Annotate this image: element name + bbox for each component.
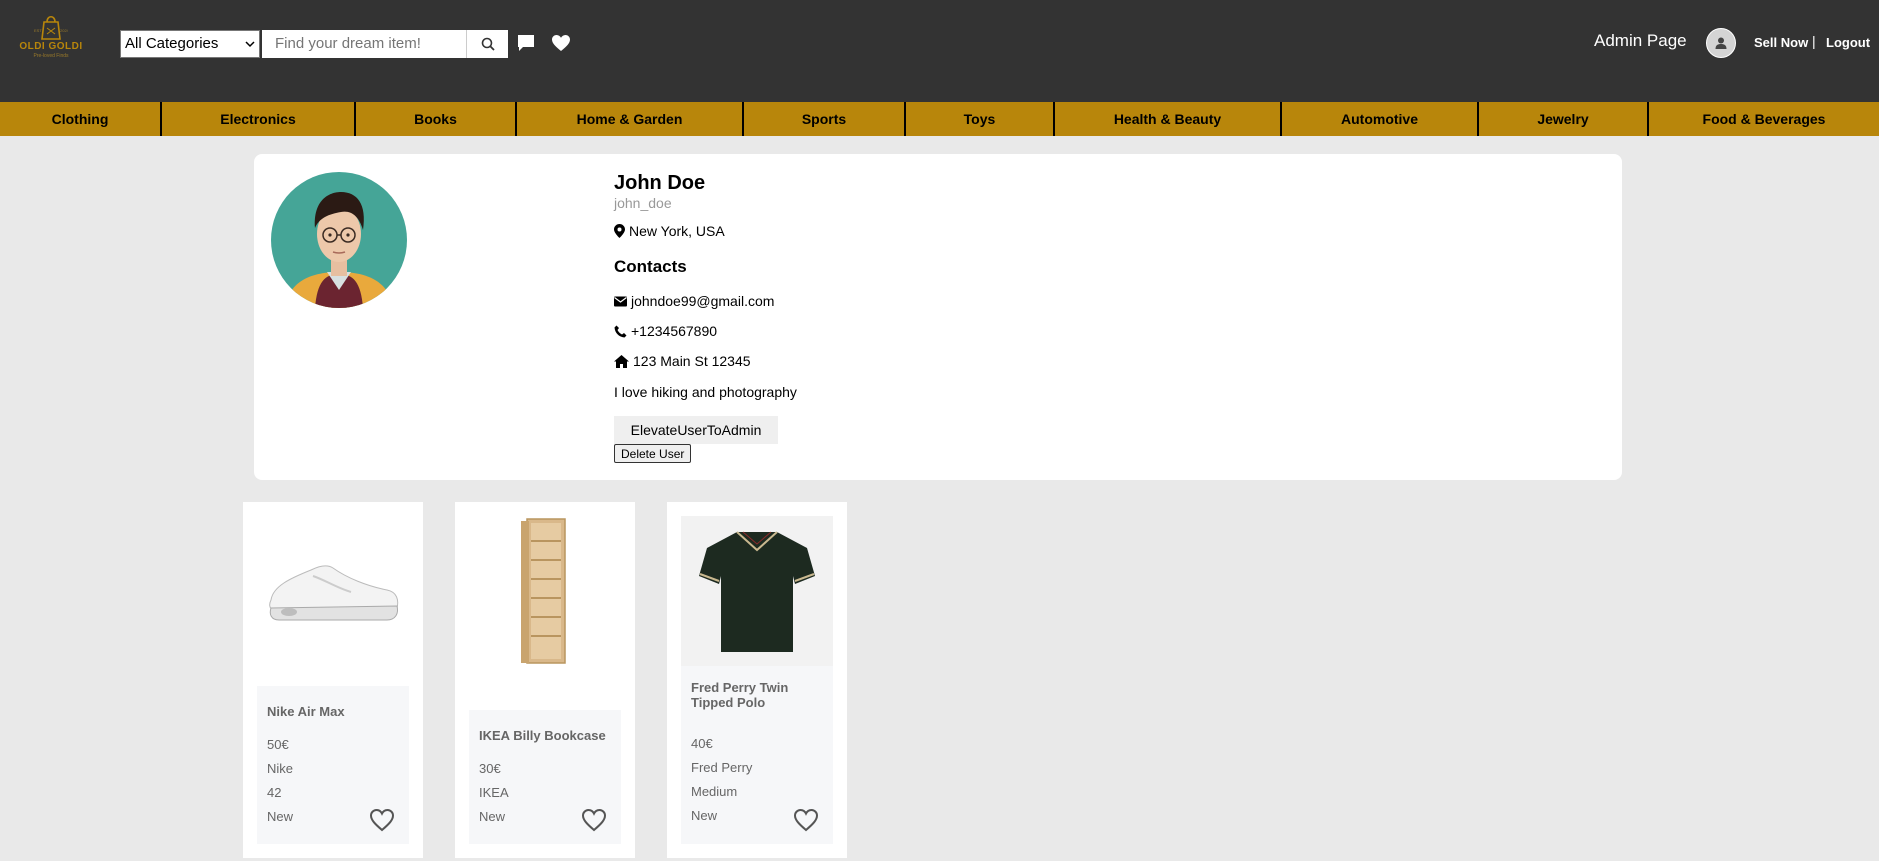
envelope-icon	[614, 296, 627, 306]
logo-brand-text: OLDI GOLDI	[19, 41, 83, 52]
profile-card: John Doe john_doe New York, USA Contacts…	[254, 154, 1622, 480]
bookcase-image	[521, 518, 566, 664]
product-size: Medium	[691, 784, 738, 799]
product-price: 50€	[267, 737, 289, 752]
profile-phone-text: +1234567890	[631, 323, 718, 339]
contacts-heading: Contacts	[614, 257, 687, 276]
sneaker-image	[269, 565, 399, 621]
category-automotive[interactable]: Automotive	[1282, 102, 1479, 136]
chevron-down-icon	[245, 41, 255, 48]
svg-text:2024: 2024	[60, 28, 68, 33]
profile-email: johndoe99@gmail.com	[614, 293, 774, 309]
favorite-heart-icon[interactable]	[369, 808, 395, 832]
product-card[interactable]: Fred Perry Twin Tipped Polo 40€ Fred Per…	[667, 502, 847, 858]
profile-avatar	[271, 172, 407, 308]
product-condition: New	[691, 808, 718, 823]
product-title: Fred Perry Twin Tipped Polo	[691, 680, 789, 710]
product-price: 40€	[691, 736, 713, 751]
shopping-bag-logo-icon: EST 2024	[34, 15, 68, 40]
svg-text:EST: EST	[34, 28, 42, 33]
profile-location-text: New York, USA	[629, 223, 725, 239]
product-brand: Fred Perry	[691, 760, 753, 775]
nav-separator: |	[1812, 33, 1816, 49]
category-select-value: All Categories	[125, 35, 219, 52]
category-health-beauty[interactable]: Health & Beauty	[1055, 102, 1282, 136]
product-info: Fred Perry Twin Tipped Polo 40€ Fred Per…	[681, 666, 833, 844]
admin-page-link[interactable]: Admin Page	[1594, 31, 1687, 51]
user-icon	[1715, 37, 1727, 49]
category-toys[interactable]: Toys	[906, 102, 1055, 136]
profile-email-text: johndoe99@gmail.com	[631, 293, 775, 309]
map-pin-icon	[614, 224, 625, 238]
category-food-beverages[interactable]: Food & Beverages	[1649, 102, 1879, 136]
product-card[interactable]: Nike Air Max 50€ Nike 42 New	[243, 502, 423, 858]
category-clothing[interactable]: Clothing	[0, 102, 162, 136]
product-image	[257, 516, 409, 666]
product-info: Nike Air Max 50€ Nike 42 New	[257, 686, 409, 844]
profile-location: New York, USA	[614, 223, 725, 239]
profile-name: John Doe	[614, 172, 706, 194]
elevate-to-admin-button[interactable]: ElevateUserToAdmin	[614, 416, 778, 444]
product-condition: New	[267, 809, 294, 824]
category-home-garden[interactable]: Home & Garden	[517, 102, 744, 136]
home-icon	[614, 354, 629, 368]
category-nav: Clothing Electronics Books Home & Garden…	[0, 102, 1879, 136]
profile-address: 123 Main St 12345	[614, 353, 751, 369]
product-image	[469, 516, 621, 666]
category-electronics[interactable]: Electronics	[162, 102, 356, 136]
logo-tagline: Pre-loved Finds	[33, 53, 69, 59]
search-input[interactable]: Find your dream item!	[262, 30, 466, 58]
search-button[interactable]	[466, 30, 508, 58]
polo-shirt-image	[699, 531, 815, 652]
profile-portrait-image	[271, 172, 407, 308]
profile-phone: +1234567890	[614, 323, 717, 339]
top-header: EST 2024 OLDI GOLDI Pre-loved Finds All …	[0, 0, 1879, 102]
favorite-heart-icon[interactable]	[793, 808, 819, 832]
product-brand: Nike	[267, 761, 294, 776]
category-jewelry[interactable]: Jewelry	[1479, 102, 1649, 136]
profile-address-text: 123 Main St 12345	[633, 353, 751, 369]
product-card[interactable]: IKEA Billy Bookcase 30€ IKEA New	[455, 502, 635, 858]
brand-logo[interactable]: EST 2024 OLDI GOLDI Pre-loved Finds	[14, 12, 88, 68]
favorites-heart-icon[interactable]	[551, 34, 571, 52]
product-condition: New	[479, 809, 506, 824]
product-title: IKEA Billy Bookcase	[479, 728, 606, 743]
favorite-heart-icon[interactable]	[581, 808, 607, 832]
product-price: 30€	[479, 761, 501, 776]
logout-link[interactable]: Logout	[1826, 35, 1870, 50]
search-icon	[481, 37, 495, 51]
sell-now-link[interactable]: Sell Now	[1754, 35, 1808, 50]
delete-user-button[interactable]: Delete User	[614, 444, 692, 463]
category-books[interactable]: Books	[356, 102, 517, 136]
product-image	[681, 516, 833, 666]
category-sports[interactable]: Sports	[744, 102, 906, 136]
phone-icon	[614, 325, 627, 337]
category-select[interactable]: All Categories	[120, 30, 260, 58]
product-title: Nike Air Max	[267, 704, 345, 719]
profile-bio: I love hiking and photography	[614, 384, 797, 400]
chat-icon[interactable]	[517, 34, 535, 52]
user-avatar[interactable]	[1706, 28, 1736, 58]
product-brand: IKEA	[479, 785, 509, 800]
profile-username: john_doe	[614, 195, 672, 211]
product-size: 42	[267, 785, 282, 800]
product-info: IKEA Billy Bookcase 30€ IKEA New	[469, 710, 621, 844]
